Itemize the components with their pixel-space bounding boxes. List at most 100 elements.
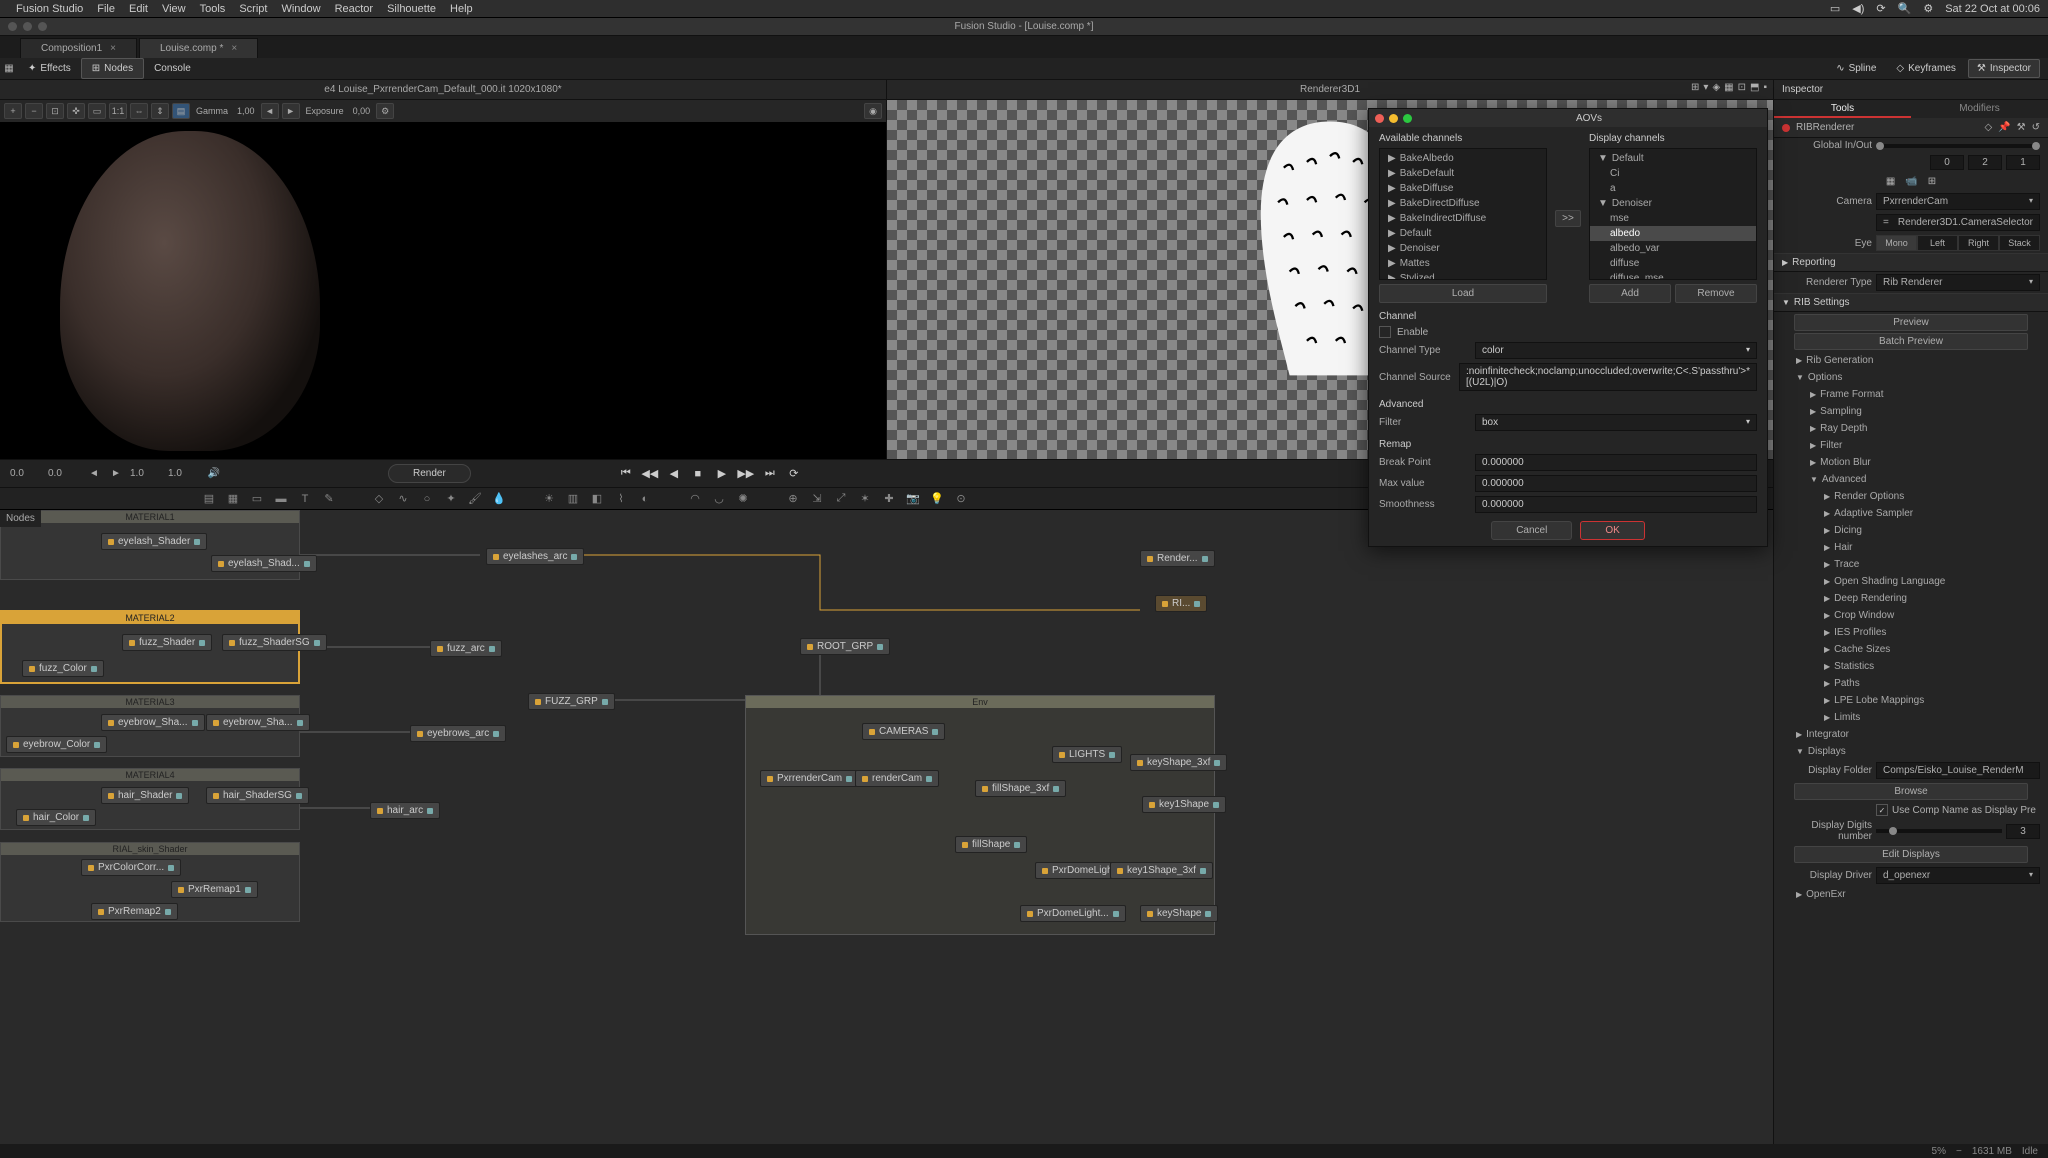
left-arrow-icon[interactable]: ◄ [261,103,279,119]
keyframe-icon[interactable]: ◇ [1984,122,1992,133]
section-reporting[interactable]: ▶Reporting [1774,253,2048,272]
filter-dropdown[interactable]: box▾ [1475,414,1757,431]
view-save-icon[interactable]: ⬒ [1750,82,1759,93]
opt-motion-blur[interactable]: ▶Motion Blur [1774,454,2048,471]
view-sub-icon[interactable]: ▾ [1703,82,1708,93]
menu-reactor[interactable]: Reactor [335,3,374,15]
adv-lpe-lobe[interactable]: ▶LPE Lobe Mappings [1774,692,2048,709]
reset-icon[interactable]: ↺ [2032,122,2040,133]
first-frame-icon[interactable]: ⏮ [617,466,635,482]
node-root-grp[interactable]: ROOT_GRP [800,638,890,655]
channel-type-dropdown[interactable]: color▾ [1475,342,1757,359]
audio-icon[interactable]: 🔊 [206,466,222,482]
tool-sharpen-icon[interactable]: ◡ [710,491,728,507]
gamma-value[interactable]: 1,00 [234,106,258,116]
node-key1shape[interactable]: key1Shape [1142,796,1226,813]
tool-matte-icon[interactable]: ✶ [856,491,874,507]
view-close-icon[interactable]: ▪ [1763,82,1767,93]
menu-edit[interactable]: Edit [129,3,148,15]
node-hair-shader[interactable]: hair_Shader [101,787,189,804]
view-snapshot-icon[interactable]: ⊡ [1738,82,1746,93]
tool-water-icon[interactable]: 💧 [490,491,508,507]
view-layout-icon[interactable]: ⊞ [1691,82,1699,93]
break-point-field[interactable]: 0.000000 [1475,454,1757,471]
node-fillshape[interactable]: fillShape [955,836,1027,853]
opt-advanced[interactable]: ▼Advanced [1774,471,2048,488]
view-preview-icon[interactable]: ▦ [1724,82,1733,93]
node-hair-sg[interactable]: hair_ShaderSG [206,787,309,804]
adv-crop-window[interactable]: ▶Crop Window [1774,607,2048,624]
view-stereo-icon[interactable]: ◈ [1712,82,1720,93]
node-hair-arc[interactable]: hair_arc [370,802,440,819]
range-out[interactable]: 1.0 [130,468,162,479]
volume-icon[interactable]: ◀︎) [1852,2,1864,15]
edit-displays-button[interactable]: Edit Displays [1794,846,2028,863]
display-folder-field[interactable]: Comps/Eisko_Louise_RenderM [1876,762,2040,779]
adv-deep-rendering[interactable]: ▶Deep Rendering [1774,590,2048,607]
global-mid-val[interactable]: 2 [1968,155,2002,170]
tool-rect-icon[interactable]: ▬ [272,491,290,507]
node-eyelash-shader[interactable]: eyelash_Shader [101,533,207,550]
play-icon[interactable]: ▶ [713,466,731,482]
opt-sampling[interactable]: ▶Sampling [1774,403,2048,420]
play-reverse-icon[interactable]: ◀◀ [641,466,659,482]
adv-adaptive-sampler[interactable]: ▶Adaptive Sampler [1774,505,2048,522]
stop-icon[interactable]: ■ [689,466,707,482]
add-button[interactable]: Add [1589,284,1671,303]
display-driver-dropdown[interactable]: d_openexr▾ [1876,867,2040,884]
close-window-icon[interactable] [8,22,17,31]
node-pxrdome2[interactable]: PxrDomeLight... [1020,905,1126,922]
tool-brightness-icon[interactable]: ☀ [540,491,558,507]
zoom-icon[interactable] [1403,114,1412,123]
camera-dropdown[interactable]: PxrrenderCam▾ [1876,193,2040,210]
global-slider[interactable] [1876,144,2040,148]
remove-button[interactable]: Remove [1675,284,1757,303]
tool-light-icon[interactable]: 💡 [928,491,946,507]
sync-icon[interactable]: ⟳ [1876,2,1885,15]
tool-wand-icon[interactable]: ✦ [442,491,460,507]
opt-frame-format[interactable]: ▶Frame Format [1774,386,2048,403]
node-keyshape-3xf[interactable]: keyShape_3xf [1130,754,1227,771]
preview-button[interactable]: Preview [1794,314,2028,331]
section-integrator[interactable]: ▶Integrator [1774,726,2048,743]
clip-icon[interactable]: ▤ [172,103,190,119]
tool-dropper-icon[interactable]: ▤ [200,491,218,507]
tool-color-icon[interactable]: ◧ [588,491,606,507]
menu-tools[interactable]: Tools [200,3,226,15]
global-in-val[interactable]: 0 [1930,155,1964,170]
adv-osl[interactable]: ▶Open Shading Language [1774,573,2048,590]
node-rib[interactable]: RI... [1155,595,1207,612]
prev-kf-icon[interactable]: ◄ [86,466,102,482]
clock-text[interactable]: Sat 22 Oct at 00:06 [1945,3,2040,15]
region-icon[interactable]: ▭ [88,103,106,119]
gain-icon[interactable]: ⚙ [376,103,394,119]
camera-selector-field[interactable]: = Renderer3D1.CameraSelector [1876,214,2040,231]
fit-icon[interactable]: ⊡ [46,103,64,119]
tool-transform-icon[interactable]: ⇲ [808,491,826,507]
handles-icon[interactable]: ✜ [67,103,85,119]
node-eyelashes-arc[interactable]: eyelashes_arc [486,548,584,565]
node-fuzz-shader[interactable]: fuzz_Shader [122,634,212,651]
tool-render-icon[interactable]: ⊙ [952,491,970,507]
inspector-button[interactable]: ⚒Inspector [1968,59,2040,78]
anim-view-icon[interactable]: ▦ [1886,176,1895,187]
left-viewer-canvas[interactable] [0,122,886,459]
tool-glow-icon[interactable]: ✺ [734,491,752,507]
zoom-window-icon[interactable] [38,22,47,31]
material3-group[interactable]: MATERIAL3 eyebrow_Sha... eyebrow_Sha... … [0,695,300,757]
tool-channel-icon[interactable]: ▥ [564,491,582,507]
opt-filter[interactable]: ▶Filter [1774,437,2048,454]
mode-icon[interactable]: ⊞ [1928,176,1936,187]
settings-icon[interactable]: ⚒ [2017,122,2026,133]
section-options[interactable]: ▼Options [1774,369,2048,386]
available-channels-list[interactable]: ▶BakeAlbedo ▶BakeDefault ▶BakeDiffuse ▶B… [1379,148,1547,280]
enable-dot-icon[interactable] [1782,124,1790,132]
zoom-out-icon[interactable]: − [25,103,43,119]
minimize-icon[interactable] [1389,114,1398,123]
tool-resize-icon[interactable]: ⤢ [832,491,850,507]
effects-button[interactable]: ✦Effects [18,59,81,78]
node-key1shape-3xf[interactable]: key1Shape_3xf [1110,862,1213,879]
node-fuzz-grp[interactable]: FUZZ_GRP [528,693,615,710]
tool-align-icon[interactable]: ▦ [224,491,242,507]
zoom-in-icon[interactable]: + [4,103,22,119]
